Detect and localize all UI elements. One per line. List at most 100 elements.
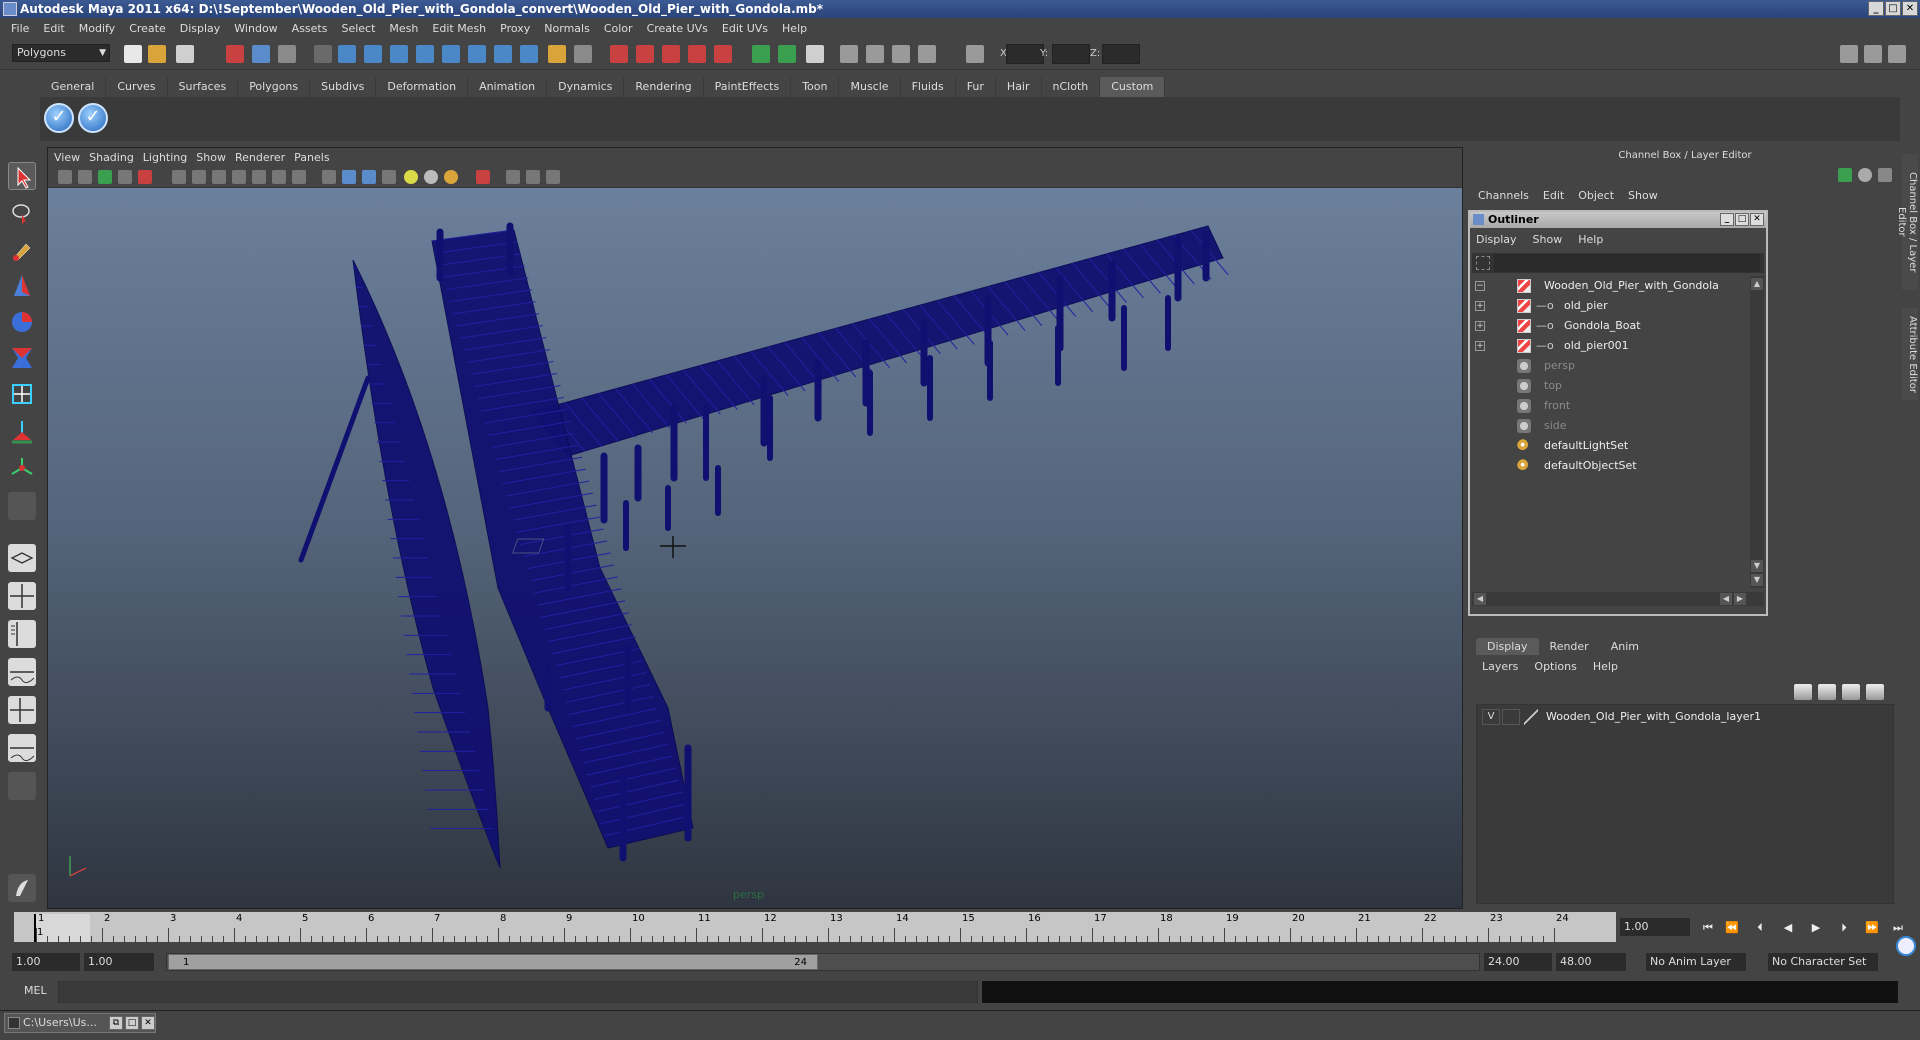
xray-joints-icon[interactable] (526, 170, 540, 184)
layer-menu-layers[interactable]: Layers (1482, 660, 1534, 673)
playback-start-field[interactable]: 1.00 (84, 953, 154, 971)
menu-edit[interactable]: Edit (36, 22, 71, 35)
viewport-menu-show[interactable]: Show (196, 151, 235, 164)
layout-outliner-persp-icon[interactable] (8, 620, 36, 648)
scroll-up-arrow-icon[interactable]: ▲ (1751, 278, 1763, 290)
menu-help[interactable]: Help (775, 22, 814, 35)
snap-point-icon[interactable] (390, 45, 408, 63)
render-view-icon[interactable] (714, 45, 732, 63)
outliner-item[interactable]: + Gondola_Boat —o (1472, 316, 1748, 336)
wireframe-on-shaded-icon[interactable] (362, 170, 376, 184)
anim-layer-dropdown[interactable]: No Anim Layer (1646, 953, 1746, 971)
gate-mask-icon[interactable] (212, 170, 226, 184)
scale-tool-icon[interactable] (8, 344, 36, 372)
paint-select-tool-icon[interactable] (8, 236, 36, 264)
minimized-maximize-button[interactable]: □ (125, 1016, 139, 1030)
collapse-icon[interactable]: − (1475, 281, 1485, 291)
go-to-start-button[interactable]: ⏮ (1700, 921, 1716, 935)
toggle-channel-box-icon[interactable] (1888, 45, 1906, 63)
film-gate-icon[interactable] (172, 170, 186, 184)
layer-color-swatch[interactable] (1524, 709, 1538, 725)
layer-menu-options[interactable]: Options (1534, 660, 1592, 673)
step-forward-frame-button[interactable]: ⏵ (1836, 921, 1852, 935)
xray-icon[interactable] (506, 170, 520, 184)
outliner-menu-help[interactable]: Help (1578, 233, 1619, 246)
shelf-tab-custom[interactable]: Custom (1100, 77, 1166, 97)
shelf-checkmark-button-2[interactable]: ✓ (78, 103, 108, 133)
expand-icon[interactable]: + (1475, 341, 1485, 351)
outliner-close-button[interactable]: ✕ (1750, 213, 1764, 226)
shelf-tab-hair[interactable]: Hair (995, 77, 1042, 97)
create-layer-from-selected-icon[interactable] (1866, 684, 1884, 700)
smooth-shade-icon[interactable] (342, 170, 356, 184)
wireframe-icon[interactable] (322, 170, 336, 184)
outliner-item[interactable]: front (1472, 396, 1748, 416)
snap-view-plane-icon[interactable] (416, 45, 434, 63)
shelf-tab-fur[interactable]: Fur (955, 77, 996, 97)
tool-settings-icon[interactable] (806, 45, 824, 63)
shelf-tab-ncloth[interactable]: nCloth (1041, 77, 1101, 97)
layout-extra-icon[interactable] (8, 772, 36, 800)
save-scene-icon[interactable] (176, 45, 194, 63)
shelf-tab-curves[interactable]: Curves (106, 77, 168, 97)
outliner-maximize-button[interactable]: □ (1735, 213, 1749, 226)
universal-manipulator-icon[interactable] (8, 380, 36, 408)
textured-icon[interactable] (382, 170, 396, 184)
cb-menu-edit[interactable]: Edit (1543, 189, 1578, 202)
menu-edit-mesh[interactable]: Edit Mesh (425, 22, 493, 35)
shadows-icon[interactable] (444, 170, 458, 184)
layout-graph-persp-icon[interactable] (8, 658, 36, 686)
outliner-vertical-scrollbar[interactable]: ▲ ▼ ▼ (1750, 276, 1764, 588)
outliner-menu-display[interactable]: Display (1476, 233, 1533, 246)
shelf-tab-fluids[interactable]: Fluids (900, 77, 956, 97)
expand-icon[interactable]: + (1475, 321, 1485, 331)
menu-file[interactable]: File (4, 22, 36, 35)
ipr-render-icon[interactable] (636, 45, 654, 63)
persp-viewport[interactable] (47, 147, 1463, 909)
channel-box-key-icon[interactable] (1838, 168, 1852, 182)
layout-single-pane-icon[interactable] (8, 544, 36, 572)
menu-select[interactable]: Select (334, 22, 382, 35)
snap-curve-icon[interactable] (364, 45, 382, 63)
create-empty-layer-icon[interactable] (1842, 684, 1860, 700)
menu-color[interactable]: Color (597, 22, 640, 35)
safe-title-icon[interactable] (272, 170, 286, 184)
safe-action-icon[interactable] (252, 170, 266, 184)
layer-move-down-icon[interactable] (1818, 684, 1836, 700)
render-frame-icon[interactable] (610, 45, 628, 63)
layout-outliner-icon[interactable] (918, 45, 936, 63)
layout-one-pane-icon[interactable] (840, 45, 858, 63)
select-object-icon[interactable] (252, 45, 270, 63)
cb-menu-channels[interactable]: Channels (1478, 189, 1543, 202)
all-lights-icon[interactable] (424, 170, 438, 184)
make-live-icon[interactable] (442, 45, 460, 63)
menu-assets[interactable]: Assets (285, 22, 335, 35)
outliner-item[interactable]: defaultLightSet (1472, 436, 1748, 456)
layout-two-pane-icon[interactable] (866, 45, 884, 63)
go-to-end-button[interactable]: ⏭ (1890, 921, 1906, 935)
outliner-filter-input[interactable] (1494, 254, 1760, 272)
character-set-dropdown[interactable]: No Character Set (1768, 953, 1878, 971)
outliner-titlebar[interactable]: Outliner _ □ ✕ (1470, 212, 1766, 228)
layer-visibility-toggle[interactable]: V (1482, 709, 1500, 725)
viewport-menu-renderer[interactable]: Renderer (235, 151, 294, 164)
paint-tool-icon[interactable] (8, 874, 36, 902)
open-scene-icon[interactable] (148, 45, 166, 63)
camera-select-icon[interactable] (58, 170, 72, 184)
menu-set-dropdown[interactable]: Polygons ▼ (12, 44, 110, 62)
layer-menu-help[interactable]: Help (1593, 660, 1634, 673)
step-back-frame-button[interactable]: ⏴ (1752, 921, 1768, 935)
current-frame-field[interactable]: 1.00 (1620, 918, 1690, 936)
select-component-icon[interactable] (278, 45, 296, 63)
outliner-item[interactable]: persp (1472, 356, 1748, 376)
help-icon[interactable] (520, 45, 538, 63)
shelf-tab-polygons[interactable]: Polygons (238, 77, 311, 97)
menu-edit-uvs[interactable]: Edit UVs (715, 22, 775, 35)
hypershade-icon[interactable] (688, 45, 706, 63)
shelf-tab-dynamics[interactable]: Dynamics (547, 77, 625, 97)
minimized-close-button[interactable]: ✕ (141, 1016, 155, 1030)
expand-icon[interactable]: + (1475, 301, 1485, 311)
layer-tab-display[interactable]: Display (1476, 638, 1539, 655)
z-coordinate-input[interactable] (1102, 44, 1140, 64)
menu-window[interactable]: Window (227, 22, 284, 35)
